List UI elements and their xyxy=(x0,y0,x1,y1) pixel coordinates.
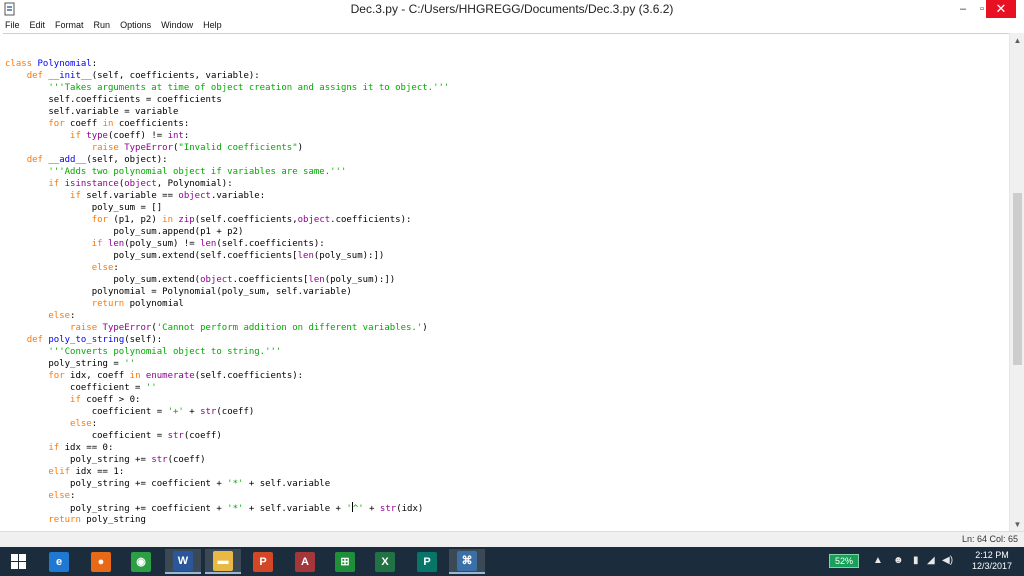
taskbar-chrome-button[interactable]: ◉ xyxy=(123,549,159,574)
cursor-position: Ln: 64 Col: 65 xyxy=(961,534,1018,544)
code-line[interactable]: self.variable = variable xyxy=(5,106,449,118)
code-line[interactable]: else: xyxy=(5,262,449,274)
code-line[interactable]: '''Converts polynomial object to string.… xyxy=(5,346,449,358)
volume-icon[interactable]: ◀) xyxy=(942,555,953,566)
code-line[interactable]: coefficient = str(coeff) xyxy=(5,430,449,442)
publisher-icon: P xyxy=(417,551,437,572)
code-text: class Polynomial: def __init__(self, coe… xyxy=(5,58,449,526)
clock[interactable]: 2:12 PM 12/3/2017 xyxy=(962,550,1022,572)
code-line[interactable]: class Polynomial: xyxy=(5,58,449,70)
code-line[interactable]: if len(poly_sum) != len(self.coefficient… xyxy=(5,238,449,250)
menu-file[interactable]: File xyxy=(5,18,20,32)
code-line[interactable]: def poly_to_string(self): xyxy=(5,334,449,346)
code-line[interactable]: else: xyxy=(5,418,449,430)
clock-date: 12/3/2017 xyxy=(971,561,1013,571)
menu-format[interactable]: Format xyxy=(55,18,84,32)
scroll-up-arrow-icon[interactable]: ▲ xyxy=(1010,33,1024,47)
menu-edit[interactable]: Edit xyxy=(30,18,46,32)
code-line[interactable]: raise TypeError('Cannot perform addition… xyxy=(5,322,449,334)
menu-window[interactable]: Window xyxy=(161,18,193,32)
code-editor[interactable]: class Polynomial: def __init__(self, coe… xyxy=(3,33,1009,531)
taskbar-store-button[interactable]: ⊞ xyxy=(327,549,363,574)
excel-icon: X xyxy=(375,551,395,572)
access-icon: A xyxy=(295,551,315,572)
show-hidden-icons-icon[interactable]: ▲ xyxy=(873,555,883,566)
taskbar-file-explorer-button[interactable]: ▬ xyxy=(205,549,241,574)
menu-options[interactable]: Options xyxy=(120,18,151,32)
code-line[interactable]: if coeff > 0: xyxy=(5,394,449,406)
code-line[interactable]: coefficient = '' xyxy=(5,382,449,394)
code-line[interactable]: coefficient = '+' + str(coeff) xyxy=(5,406,449,418)
code-line[interactable]: else: xyxy=(5,490,449,502)
close-button[interactable]: ✕ xyxy=(986,0,1016,18)
code-line[interactable]: poly_string += str(coeff) xyxy=(5,454,449,466)
code-line[interactable]: '''Takes arguments at time of object cre… xyxy=(5,82,449,94)
taskbar: e ● ◉ W ▬ P A ⊞ X P ⌘ 52% ▲ ☻ ▮ ◢ ◀) 2:12 PM 12/3/… xyxy=(0,547,1024,576)
code-line[interactable]: for idx, coeff in enumerate(self.coeffic… xyxy=(5,370,449,382)
window-title: Dec.3.py - C:/Users/HHGREGG/Documents/De… xyxy=(350,2,674,16)
file-explorer-icon: ▬ xyxy=(213,550,233,571)
start-button[interactable] xyxy=(0,547,36,576)
firefox-icon: ● xyxy=(91,551,111,572)
menu-bar: File Edit Format Run Options Window Help xyxy=(0,18,1024,32)
code-line[interactable]: polynomial = Polynomial(poly_sum, self.v… xyxy=(5,286,449,298)
taskbar-powerpoint-button[interactable]: P xyxy=(245,549,281,574)
edge-icon: e xyxy=(49,551,69,572)
python-icon: ⌘ xyxy=(457,550,477,571)
title-bar: Dec.3.py - C:/Users/HHGREGG/Documents/De… xyxy=(0,0,1024,18)
code-line[interactable]: '''Adds two polynomial object if variabl… xyxy=(5,166,449,178)
battery-indicator[interactable]: 52% xyxy=(829,554,859,568)
code-line[interactable]: poly_string = '' xyxy=(5,358,449,370)
scroll-down-arrow-icon[interactable]: ▼ xyxy=(1010,517,1024,531)
code-line[interactable]: poly_sum.extend(self.coefficients[len(po… xyxy=(5,250,449,262)
code-line[interactable]: return poly_string xyxy=(5,514,449,526)
powerpoint-icon: P xyxy=(253,551,273,572)
taskbar-access-button[interactable]: A xyxy=(287,549,323,574)
code-line[interactable]: poly_sum.extend(object.coefficients[len(… xyxy=(5,274,449,286)
code-line[interactable]: raise TypeError("Invalid coefficients") xyxy=(5,142,449,154)
code-line[interactable]: self.coefficients = coefficients xyxy=(5,94,449,106)
taskbar-python-button[interactable]: ⌘ xyxy=(449,549,485,574)
code-line[interactable]: if type(coeff) != int: xyxy=(5,130,449,142)
windows-logo-icon xyxy=(10,554,26,569)
code-line[interactable]: else: xyxy=(5,310,449,322)
code-line[interactable]: for coeff in coefficients: xyxy=(5,118,449,130)
scroll-thumb[interactable] xyxy=(1013,193,1022,365)
code-line[interactable]: if self.variable == object.variable: xyxy=(5,190,449,202)
wifi-icon[interactable]: ◢ xyxy=(927,555,935,566)
battery-icon[interactable]: ▮ xyxy=(913,555,919,566)
chrome-icon: ◉ xyxy=(131,551,151,572)
word-icon: W xyxy=(173,550,193,571)
taskbar-edge-button[interactable]: e xyxy=(41,549,77,574)
code-line[interactable]: def __init__(self, coefficients, variabl… xyxy=(5,70,449,82)
people-icon[interactable]: ☻ xyxy=(893,555,904,566)
status-bar: Ln: 64 Col: 65 xyxy=(0,531,1024,547)
code-line[interactable]: if idx == 0: xyxy=(5,442,449,454)
taskbar-firefox-button[interactable]: ● xyxy=(83,549,119,574)
code-line[interactable]: poly_sum.append(p1 + p2) xyxy=(5,226,449,238)
menu-run[interactable]: Run xyxy=(94,18,111,32)
code-line[interactable]: poly_string += coefficient + '*' + self.… xyxy=(5,502,449,514)
code-line[interactable]: if isinstance(object, Polynomial): xyxy=(5,178,449,190)
code-line[interactable]: def __add__(self, object): xyxy=(5,154,449,166)
vertical-scrollbar[interactable]: ▲ ▼ xyxy=(1009,33,1024,531)
code-line[interactable]: return polynomial xyxy=(5,298,449,310)
code-line[interactable]: poly_string += coefficient + '*' + self.… xyxy=(5,478,449,490)
taskbar-publisher-button[interactable]: P xyxy=(409,549,445,574)
clock-time: 2:12 PM xyxy=(975,550,1009,560)
taskbar-word-button[interactable]: W xyxy=(165,549,201,574)
minimize-button[interactable]: – xyxy=(952,0,974,18)
menu-help[interactable]: Help xyxy=(203,18,222,32)
store-icon: ⊞ xyxy=(335,551,355,572)
code-line[interactable]: for (p1, p2) in zip(self.coefficients,ob… xyxy=(5,214,449,226)
taskbar-excel-button[interactable]: X xyxy=(367,549,403,574)
code-line[interactable]: poly_sum = [] xyxy=(5,202,449,214)
code-line[interactable]: elif idx == 1: xyxy=(5,466,449,478)
